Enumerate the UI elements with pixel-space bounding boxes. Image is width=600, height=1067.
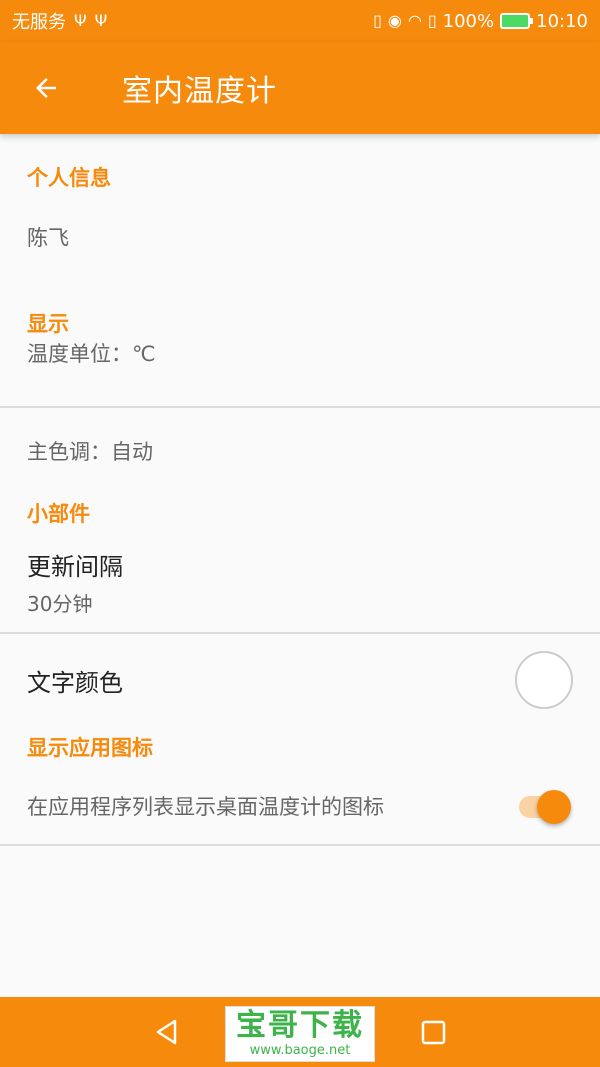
category-widget: 小部件 bbox=[27, 502, 90, 526]
watermark-url: www.baoge.net bbox=[249, 1042, 351, 1058]
nav-recent-icon[interactable] bbox=[414, 1013, 452, 1051]
vibrate-icon: ▯ bbox=[373, 11, 382, 30]
watermark-logo: 宝哥下载 www.baoge.net bbox=[225, 1006, 375, 1062]
nav-back-svg bbox=[156, 1019, 177, 1045]
category-app-icon: 显示应用图标 bbox=[27, 736, 153, 760]
show-icon-toggle[interactable] bbox=[515, 786, 573, 826]
pref-update-summary: 30分钟 bbox=[27, 592, 93, 616]
pref-text-color-title: 文字颜色 bbox=[27, 668, 123, 697]
battery-text: 100% bbox=[442, 10, 495, 32]
wifi-icon: ◠ bbox=[407, 11, 422, 30]
color-swatch[interactable] bbox=[515, 651, 573, 709]
usb-icon: Ψ bbox=[94, 11, 108, 30]
pref-show-app-icon-label: 在应用程序列表显示桌面温度计的图标 bbox=[27, 795, 384, 819]
carrier-text: 无服务 bbox=[12, 12, 66, 33]
pref-theme[interactable]: 主色调：自动 bbox=[0, 408, 600, 494]
sim-icon: ▯ bbox=[427, 11, 437, 30]
pref-update-title: 更新间隔 bbox=[27, 553, 123, 581]
category-personal: 个人信息 bbox=[27, 166, 111, 190]
toggle-thumb bbox=[537, 790, 571, 824]
nav-back-icon[interactable] bbox=[148, 1013, 186, 1051]
clock: 10:10 bbox=[536, 10, 588, 32]
divider bbox=[0, 844, 600, 846]
pref-temp-unit[interactable]: 温度单位：℃ bbox=[0, 340, 600, 366]
watermark-text: 宝哥下载 bbox=[236, 1007, 364, 1043]
usb-icon: Ψ bbox=[74, 11, 87, 30]
arrow-back-svg bbox=[36, 78, 56, 98]
settings-list: 个人信息 陈飞 显示 温度单位：℃ 主色调：自动 小部件 更新间隔 30分钟 文… bbox=[0, 134, 600, 846]
page-title: 室内温度计 bbox=[122, 74, 277, 109]
pref-show-app-icon[interactable]: 在应用程序列表显示桌面温度计的图标 bbox=[0, 768, 600, 844]
pref-update-interval[interactable]: 更新间隔 30分钟 bbox=[0, 532, 600, 632]
battery-icon bbox=[500, 13, 534, 29]
status-right: ▯ ◉ ◠ ▯ 100% 10:10 bbox=[373, 11, 588, 32]
pref-text-color[interactable]: 文字颜色 bbox=[0, 634, 600, 726]
nav-recent-svg bbox=[421, 1020, 446, 1045]
eye-icon: ◉ bbox=[387, 11, 402, 30]
app-bar: 室内温度计 bbox=[0, 42, 600, 134]
arrow-back-icon[interactable] bbox=[18, 60, 74, 116]
pref-personal-name[interactable]: 陈飞 bbox=[0, 220, 600, 254]
status-bar: 无服务 Ψ Ψ ▯ ◉ ◠ ▯ 100% 10:10 bbox=[0, 0, 600, 42]
status-left: 无服务 Ψ Ψ bbox=[12, 8, 107, 34]
